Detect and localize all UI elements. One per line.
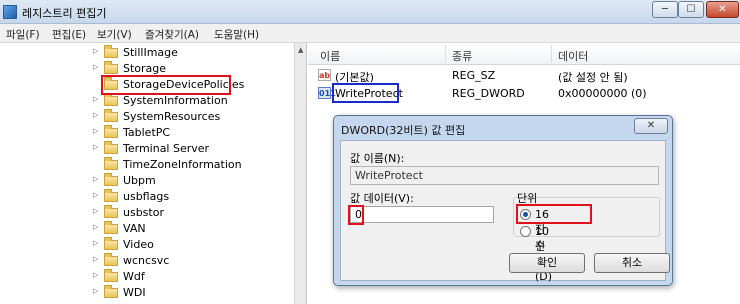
folder-icon <box>104 61 118 74</box>
scroll-up-icon[interactable]: ▲ <box>298 46 303 54</box>
maximize-button[interactable]: ☐ <box>678 1 704 18</box>
cancel-button[interactable]: 취소 <box>594 253 670 273</box>
highlight-storage-device-policies <box>101 75 231 95</box>
folder-icon <box>104 269 118 282</box>
folder-icon <box>104 237 118 250</box>
column-name[interactable]: 이름 <box>320 48 340 64</box>
tree-item-label: Wdf <box>123 270 145 283</box>
expand-arrow-icon[interactable]: ▷ <box>93 223 98 231</box>
tree-item-label: usbflags <box>123 190 170 203</box>
tree-scrollbar[interactable]: ▲ <box>294 43 306 304</box>
maximize-icon: ☐ <box>686 4 696 15</box>
string-value-icon: ab <box>318 69 331 81</box>
tree-item-label: Video <box>123 238 154 251</box>
binary-value-icon: 011 <box>318 87 336 99</box>
registry-editor-icon <box>3 5 17 19</box>
menu-bar: 파일(F) 편집(E) 보기(V) 즐겨찾기(A) 도움말(H) <box>0 24 740 43</box>
tree-item-label: Ubpm <box>123 174 156 187</box>
close-icon: ✕ <box>646 120 656 131</box>
folder-icon <box>104 141 118 154</box>
minimize-icon: ─ <box>661 4 669 15</box>
tree-item-label: Storage <box>123 62 167 75</box>
folder-icon <box>104 189 118 202</box>
expand-arrow-icon[interactable]: ▷ <box>93 287 98 295</box>
menu-file[interactable]: 파일(F) <box>6 27 40 42</box>
highlight-value-data <box>348 205 364 225</box>
expand-arrow-icon[interactable]: ▷ <box>93 255 98 263</box>
tree-item-label: wcncsvc <box>123 254 170 267</box>
column-type[interactable]: 종류 <box>452 48 472 64</box>
expand-arrow-icon[interactable]: ▷ <box>93 175 98 183</box>
tree-item-label: WDI <box>123 286 146 299</box>
folder-icon <box>104 253 118 266</box>
expand-arrow-icon[interactable]: ▷ <box>93 47 98 55</box>
expand-arrow-icon[interactable]: ▷ <box>93 191 98 199</box>
value-type: REG_SZ <box>452 69 496 82</box>
column-header: 이름 종류 데이터 <box>308 43 740 65</box>
folder-icon <box>104 173 118 186</box>
tree-item-label: Terminal Server <box>123 142 210 155</box>
tree-item-label: VAN <box>123 222 146 235</box>
column-separator <box>445 45 446 63</box>
ok-button[interactable]: 확인 <box>509 253 585 273</box>
dialog-body: 값 이름(N): WriteProtect 값 데이터(V): 0 단위 16진… <box>340 140 670 283</box>
value-type: REG_DWORD <box>452 87 525 100</box>
close-button[interactable]: ✕ <box>706 1 739 18</box>
folder-icon <box>104 125 118 138</box>
dialog-close-button[interactable]: ✕ <box>634 118 668 134</box>
dialog-title: DWORD(32비트) 값 편집 <box>341 124 466 137</box>
expand-arrow-icon[interactable]: ▷ <box>93 207 98 215</box>
decimal-radio[interactable] <box>520 226 531 237</box>
menu-help[interactable]: 도움말(H) <box>214 27 259 42</box>
value-data: (값 설정 안 됨) <box>558 71 628 84</box>
highlight-writeprotect <box>332 83 399 103</box>
tree-item-label: StillImage <box>123 46 178 59</box>
folder-icon <box>104 205 118 218</box>
menu-edit[interactable]: 편집(E) <box>52 27 86 42</box>
highlight-hex-option <box>516 204 592 224</box>
title-bar: 레지스트리 편집기 ─ ☐ ✕ <box>0 0 740 24</box>
registry-key-tree[interactable]: ▷ StillImage ▷ Storage StorageDevicePolici… <box>0 43 307 304</box>
expand-arrow-icon[interactable]: ▷ <box>93 95 98 103</box>
folder-icon <box>104 285 118 298</box>
menu-view[interactable]: 보기(V) <box>97 27 132 42</box>
value-name-label: 값 이름(N): <box>350 152 405 165</box>
menu-favorites[interactable]: 즐겨찾기(A) <box>145 27 199 42</box>
value-data-input[interactable]: 0 <box>350 206 494 223</box>
expand-arrow-icon[interactable]: ▷ <box>93 271 98 279</box>
expand-arrow-icon[interactable]: ▷ <box>93 63 98 71</box>
expand-arrow-icon[interactable]: ▷ <box>93 127 98 135</box>
folder-icon <box>104 45 118 58</box>
value-data: 0x00000000 (0) <box>558 87 647 100</box>
tree-item-label: TimeZoneInformation <box>123 158 242 171</box>
column-data[interactable]: 데이터 <box>558 48 588 64</box>
tree-item-label: TabletPC <box>123 126 171 139</box>
folder-icon <box>104 93 118 106</box>
tree-item-label: usbstor <box>123 206 164 219</box>
folder-icon <box>104 157 118 170</box>
edit-dword-dialog: DWORD(32비트) 값 편집 ✕ 값 이름(N): WriteProtect… <box>333 115 673 286</box>
folder-icon <box>104 221 118 234</box>
expand-arrow-icon[interactable]: ▷ <box>93 239 98 247</box>
tree-item-label: SystemInformation <box>123 94 228 107</box>
tree-item-label: SystemResources <box>123 110 221 123</box>
value-name-field: WriteProtect <box>350 166 659 185</box>
window-title: 레지스트리 편집기 <box>22 7 107 20</box>
expand-arrow-icon[interactable]: ▷ <box>93 143 98 151</box>
minimize-button[interactable]: ─ <box>652 1 678 18</box>
close-icon: ✕ <box>718 4 727 15</box>
expand-arrow-icon[interactable]: ▷ <box>93 111 98 119</box>
column-separator <box>551 45 552 63</box>
folder-icon <box>104 109 118 122</box>
value-data-label: 값 데이터(V): <box>350 192 414 205</box>
